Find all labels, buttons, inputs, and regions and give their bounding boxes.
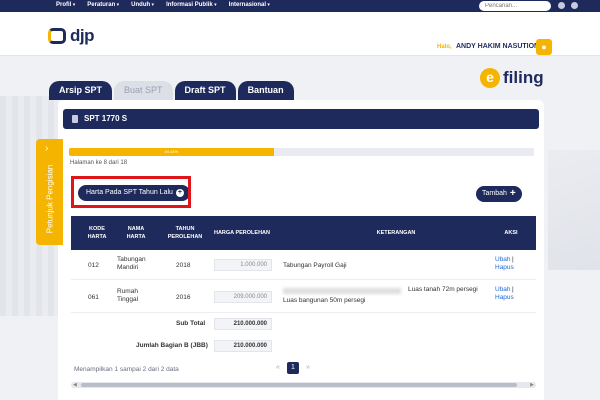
social-links <box>558 2 578 9</box>
efiling-logo-icon: e <box>480 68 500 88</box>
form-title: SPT 1770 S <box>84 114 128 123</box>
col-harga-perolehan: HARGA PEROLEHAN <box>213 230 271 236</box>
tambah-button[interactable]: Tambah + <box>476 186 522 202</box>
col-tahun-label: TAHUN <box>175 226 195 232</box>
tab-arsip-spt[interactable]: Arsip SPT <box>49 81 113 100</box>
col-aksi: AKSI <box>504 230 518 236</box>
site-header: djp Halo, ANDY HAKIM NASUTION ● <box>0 12 600 56</box>
hapus-link[interactable]: Hapus <box>495 264 514 271</box>
top-nav-bar: Profil Peraturan Unduh Informasi Publik … <box>0 0 600 12</box>
top-menu: Profil Peraturan Unduh Informasi Publik … <box>56 1 270 10</box>
cell-kode: 012 <box>88 262 99 269</box>
pagination-info: Menampilkan 1 sampai 2 dari 2 data <box>74 366 179 373</box>
cell-tahun: 2016 <box>176 294 191 301</box>
progress-bar: 44.44% <box>69 148 534 156</box>
prev-page-button[interactable]: « <box>272 362 284 374</box>
subtotal-row: Sub Total 210.000.000 <box>71 313 536 337</box>
subtotal-label: Sub Total <box>176 320 206 327</box>
horizontal-scrollbar[interactable]: ◀ ▶ <box>71 382 536 388</box>
progress-label: 44.44% <box>164 149 179 154</box>
efiling-logo: e filing <box>480 68 544 88</box>
document-icon <box>72 115 78 123</box>
scroll-left-icon[interactable]: ◀ <box>73 382 77 388</box>
logo-text: djp <box>70 26 95 45</box>
petunjuk-label: Petunjuk Pengisian <box>45 164 54 234</box>
djp-logo-icon <box>48 28 66 44</box>
background-building-image <box>548 150 600 270</box>
next-page-button[interactable]: » <box>302 362 314 374</box>
cell-nama: Tinggal <box>117 296 139 303</box>
scroll-thumb[interactable] <box>81 383 517 387</box>
social-icon[interactable] <box>571 2 578 9</box>
menu-peraturan[interactable]: Peraturan <box>87 1 119 10</box>
search-input[interactable] <box>479 1 551 11</box>
social-icon[interactable] <box>558 2 565 9</box>
separator: | <box>512 256 514 263</box>
user-name: ANDY HAKIM NASUTION <box>456 43 540 50</box>
spt-form-card: SPT 1770 S 44.44% Halaman ke 8 dari 18 H… <box>58 100 544 400</box>
col-tahun-label: PEROLEHAN <box>167 234 203 240</box>
cell-tahun: 2018 <box>176 262 191 269</box>
jumlah-value: 210.000.000 <box>214 340 272 352</box>
page-info: Halaman ke 8 dari 18 <box>70 160 128 166</box>
cell-nama: Rumah <box>117 288 138 295</box>
col-nama-harta: NAMA HARTA <box>116 225 156 241</box>
col-tahun-perolehan: TAHUN PEROLEHAN <box>162 225 208 241</box>
petunjuk-pengisian-tab[interactable]: › Petunjuk Pengisian <box>36 139 63 245</box>
table-row: 061 Rumah Tinggal 2016 209.000.000 Luas … <box>71 280 536 313</box>
jumlah-label: Jumlah Bagian B (JBB) <box>136 342 208 349</box>
chevron-right-icon: › <box>45 143 49 154</box>
col-kode-label: HARTA <box>87 234 107 240</box>
form-header: SPT 1770 S <box>63 109 539 129</box>
menu-informasi-publik[interactable]: Informasi Publik <box>166 1 217 10</box>
redacted-text <box>283 288 401 294</box>
tab-bantuan[interactable]: Bantuan <box>237 81 294 100</box>
col-kode-label: KODE <box>89 226 105 232</box>
col-keterangan: KETERANGAN <box>376 230 416 236</box>
col-nama-label: NAMA <box>127 226 145 232</box>
progress-fill: 44.44% <box>69 148 274 156</box>
jumlah-row: Jumlah Bagian B (JBB) 210.000.000 <box>71 337 536 361</box>
user-icon[interactable]: ● <box>536 39 552 55</box>
tab-draft-spt[interactable]: Draft SPT <box>174 81 236 100</box>
harga-input[interactable]: 209.000.000 <box>214 291 272 303</box>
greeting-text: Halo, <box>437 44 452 50</box>
hapus-link[interactable]: Hapus <box>495 294 514 301</box>
table-header: KODE HARTA NAMA HARTA TAHUN PEROLEHAN HA… <box>71 216 536 250</box>
harta-table: KODE HARTA NAMA HARTA TAHUN PEROLEHAN HA… <box>71 216 536 361</box>
tab-buat-spt[interactable]: Buat SPT <box>114 81 173 100</box>
table-row: 012 Tabungan Mandiri 2018 1.000.000 Tabu… <box>71 250 536 280</box>
col-nama-label: HARTA <box>126 234 146 240</box>
scroll-right-icon[interactable]: ▶ <box>530 382 534 388</box>
page-1-button[interactable]: 1 <box>287 362 299 374</box>
cell-keterangan: Luas tanah 72m persegi <box>408 286 478 293</box>
cell-nama: Tabungan <box>117 256 146 263</box>
pagination: « 1 » <box>272 362 314 374</box>
ubah-link[interactable]: Ubah <box>495 286 511 293</box>
menu-internasional[interactable]: Internasional <box>229 1 270 10</box>
cell-keterangan: Luas bangunan 50m persegi <box>283 297 366 304</box>
ubah-link[interactable]: Ubah <box>495 256 511 263</box>
cell-nama: Mandiri <box>117 264 139 271</box>
menu-profil[interactable]: Profil <box>56 1 75 10</box>
subtotal-value: 210.000.000 <box>214 318 272 330</box>
menu-unduh[interactable]: Unduh <box>131 1 154 10</box>
cell-keterangan: Tabungan Payroll Gaji <box>283 262 347 269</box>
harga-input[interactable]: 1.000.000 <box>214 259 272 271</box>
main-tabs: Arsip SPT Buat SPT Draft SPT Bantuan <box>49 81 294 100</box>
highlight-box <box>71 176 191 208</box>
cell-kode: 061 <box>88 294 99 301</box>
djp-logo[interactable]: djp <box>48 26 95 46</box>
efiling-logo-text: filing <box>503 68 544 87</box>
plus-icon: + <box>509 188 516 199</box>
separator: | <box>512 286 514 293</box>
tambah-button-label: Tambah <box>482 190 507 197</box>
col-kode-harta: KODE HARTA <box>83 225 111 241</box>
